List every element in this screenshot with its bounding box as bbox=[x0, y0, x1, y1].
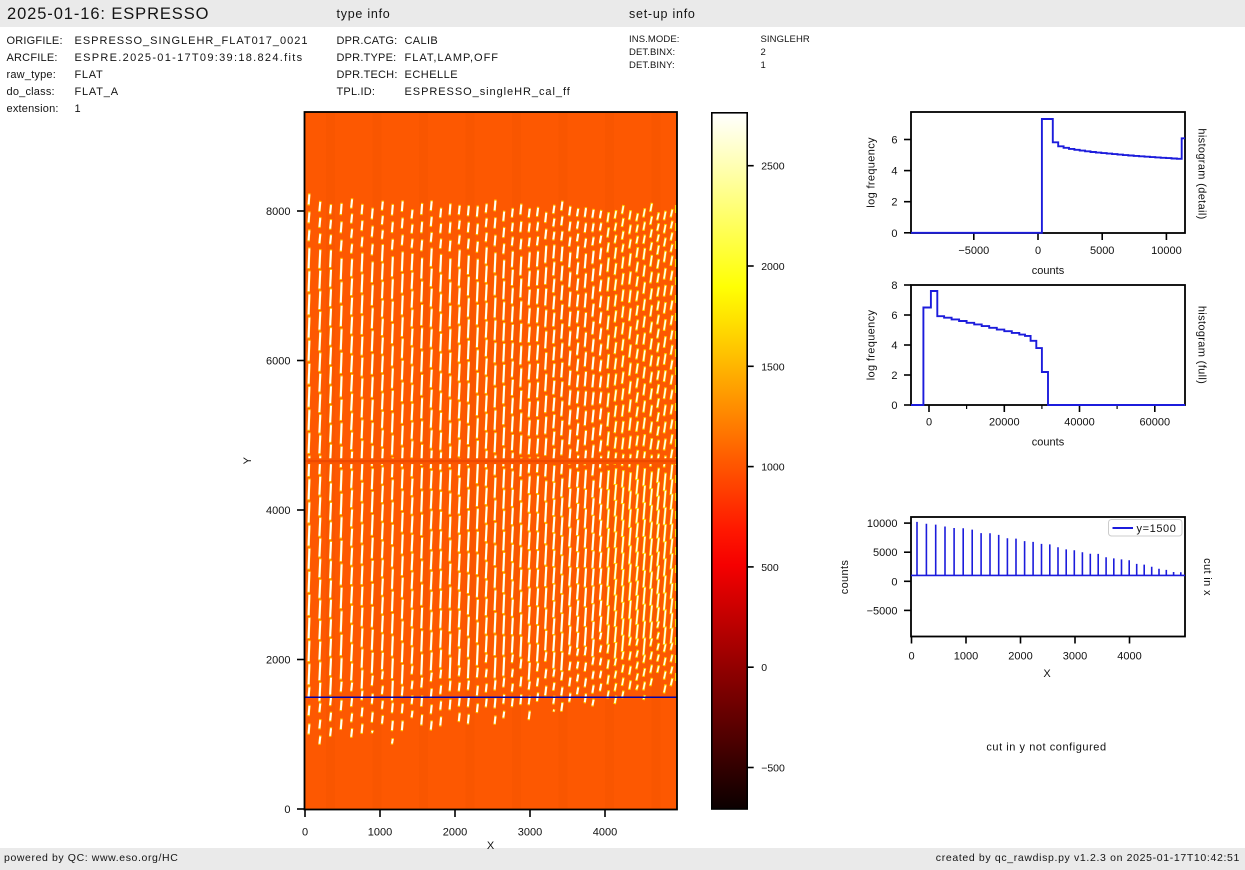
svg-text:2500: 2500 bbox=[761, 161, 785, 173]
svg-text:2: 2 bbox=[891, 370, 897, 382]
svg-text:0: 0 bbox=[926, 417, 932, 429]
svg-text:cut in y not configured: cut in y not configured bbox=[986, 742, 1106, 754]
svg-text:4: 4 bbox=[891, 340, 897, 352]
svg-text:1000: 1000 bbox=[368, 827, 392, 839]
svg-text:5000: 5000 bbox=[873, 547, 897, 559]
svg-text:0: 0 bbox=[891, 400, 897, 412]
svg-text:2: 2 bbox=[891, 197, 897, 209]
svg-text:10000: 10000 bbox=[867, 518, 898, 530]
svg-text:histogram (detail): histogram (detail) bbox=[1196, 128, 1208, 219]
svg-text:0: 0 bbox=[284, 804, 290, 816]
svg-text:6: 6 bbox=[891, 135, 897, 147]
svg-text:10000: 10000 bbox=[1151, 245, 1182, 257]
svg-text:3000: 3000 bbox=[518, 827, 542, 839]
svg-text:8000: 8000 bbox=[266, 206, 290, 218]
svg-text:2000: 2000 bbox=[761, 261, 785, 273]
svg-text:−500: −500 bbox=[761, 763, 785, 775]
svg-text:counts: counts bbox=[1032, 265, 1065, 277]
svg-text:2000: 2000 bbox=[443, 827, 467, 839]
svg-text:−5000: −5000 bbox=[958, 245, 989, 257]
svg-text:0: 0 bbox=[908, 651, 914, 663]
svg-text:2000: 2000 bbox=[1008, 651, 1032, 663]
svg-text:1000: 1000 bbox=[954, 651, 978, 663]
svg-text:500: 500 bbox=[761, 562, 779, 574]
svg-text:0: 0 bbox=[302, 827, 308, 839]
svg-text:6000: 6000 bbox=[266, 356, 290, 368]
svg-text:5000: 5000 bbox=[1090, 245, 1114, 257]
svg-text:X: X bbox=[1043, 668, 1051, 680]
svg-text:Y: Y bbox=[242, 456, 254, 464]
svg-text:6: 6 bbox=[891, 310, 897, 322]
svg-text:8: 8 bbox=[891, 280, 897, 292]
svg-text:0: 0 bbox=[1035, 245, 1041, 257]
svg-text:20000: 20000 bbox=[989, 417, 1020, 429]
svg-text:histogram (full): histogram (full) bbox=[1196, 306, 1208, 384]
svg-text:cut in x: cut in x bbox=[1201, 558, 1213, 596]
svg-text:2000: 2000 bbox=[266, 655, 290, 667]
svg-text:4000: 4000 bbox=[266, 505, 290, 517]
svg-text:3000: 3000 bbox=[1063, 651, 1087, 663]
svg-text:40000: 40000 bbox=[1064, 417, 1095, 429]
svg-text:60000: 60000 bbox=[1140, 417, 1171, 429]
svg-text:X: X bbox=[487, 840, 495, 852]
svg-text:1000: 1000 bbox=[761, 462, 785, 474]
svg-text:y=1500: y=1500 bbox=[1137, 523, 1177, 535]
svg-text:0: 0 bbox=[891, 228, 897, 240]
svg-text:0: 0 bbox=[891, 576, 897, 588]
svg-text:4: 4 bbox=[891, 166, 897, 178]
svg-text:−5000: −5000 bbox=[867, 605, 898, 617]
svg-text:4000: 4000 bbox=[593, 827, 617, 839]
svg-text:0: 0 bbox=[761, 662, 767, 674]
svg-text:1500: 1500 bbox=[761, 361, 785, 373]
svg-text:counts: counts bbox=[1032, 437, 1065, 449]
svg-text:counts: counts bbox=[839, 560, 851, 595]
svg-text:log frequency: log frequency bbox=[866, 137, 878, 208]
svg-text:4000: 4000 bbox=[1117, 651, 1141, 663]
svg-text:log frequency: log frequency bbox=[866, 310, 878, 381]
